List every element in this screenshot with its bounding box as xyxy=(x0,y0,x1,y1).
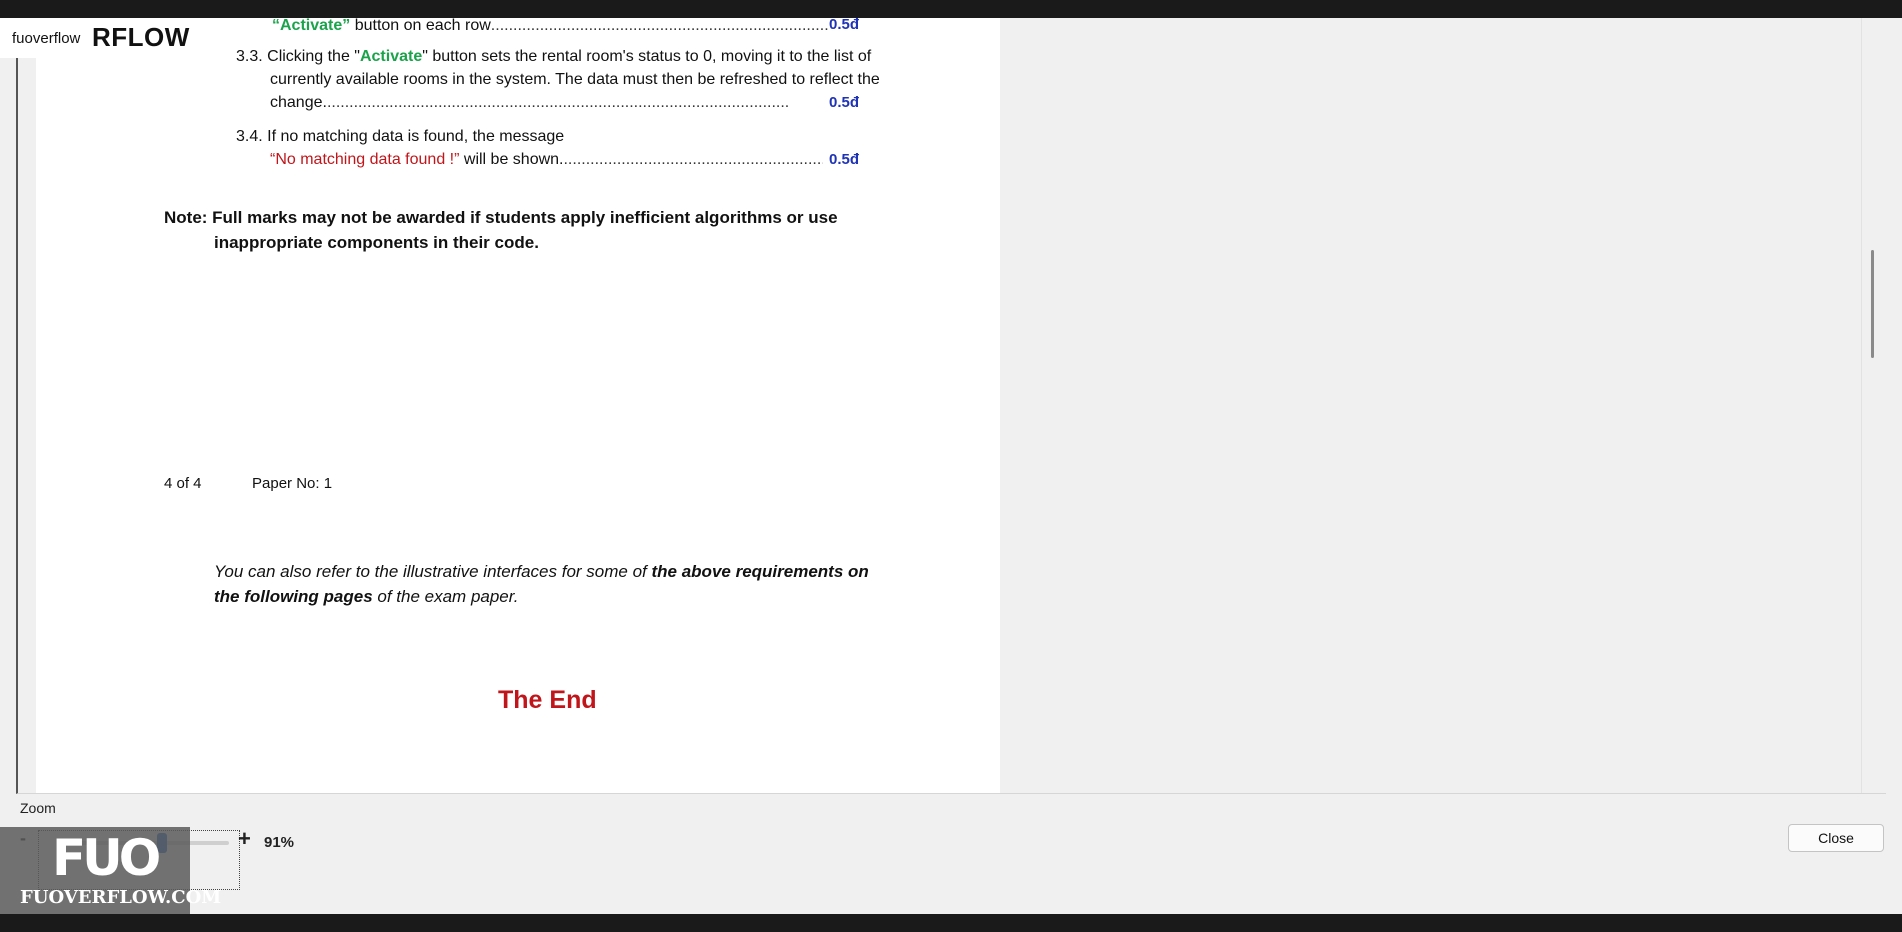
refer-bold-text: the above requirements on xyxy=(651,562,869,581)
paper-number: Paper No: 1 xyxy=(252,475,333,492)
fuoverflow-logo: fuoverflow RFLOW xyxy=(0,18,190,58)
leader-dots: ........................................… xyxy=(326,94,790,111)
refer-line2: the following pages of the exam paper. xyxy=(214,587,519,607)
zoom-in-button[interactable]: + xyxy=(238,826,251,852)
logo-big-text: RFLOW xyxy=(92,22,190,52)
refer-text: You can also refer to the illustrative i… xyxy=(214,562,652,581)
item-3-3-line1: 3.3. Clicking the "Activate" button sets… xyxy=(236,47,871,67)
item-3-3-line2: currently available rooms in the system.… xyxy=(270,71,880,88)
score-label: 0.5đ xyxy=(829,151,860,168)
item-number: 3.3. xyxy=(236,48,263,65)
item-text: If no matching data is found, the messag… xyxy=(262,128,565,145)
score-label: 0.5đ xyxy=(829,16,860,33)
refer-line1: You can also refer to the illustrative i… xyxy=(214,562,869,582)
bottom-bar xyxy=(0,914,1902,932)
scrollbar-thumb[interactable] xyxy=(1871,250,1874,358)
item-3-4-line2: “No matching data found !” will be shown… xyxy=(270,150,823,170)
item-3-3-line3: change..................................… xyxy=(270,93,821,113)
activate-row-text: button on each row xyxy=(350,17,491,34)
note-line1: Note: Full marks may not be awarded if s… xyxy=(164,208,838,227)
error-message-text: “No matching data found !” xyxy=(270,151,460,168)
activate-row-line: “Activate” button on each row...........… xyxy=(272,16,829,36)
activate-text: Activate xyxy=(359,48,423,65)
vertical-scrollbar[interactable] xyxy=(1861,18,1882,793)
item-3-4-line1: 3.4. If no matching data is found, the m… xyxy=(236,127,564,147)
item-number: 3.4. xyxy=(236,128,263,145)
preview-window: “Activate” button on each row...........… xyxy=(0,16,1902,914)
watermark-logo: FUO xyxy=(52,829,161,887)
item-text: will be shown. xyxy=(459,151,564,168)
note-line2: inappropriate components in their code. xyxy=(214,233,539,252)
watermark-site: FUOVERFLOW.COM xyxy=(20,887,222,908)
zoom-label: Zoom xyxy=(20,800,56,816)
activate-text: “Activate” xyxy=(272,17,351,34)
the-end-heading: The End xyxy=(498,686,597,714)
refer-text: of the exam paper. xyxy=(372,587,519,606)
refer-bold-text: the following pages xyxy=(214,587,373,606)
score-label: 0.5đ xyxy=(829,94,860,111)
close-button[interactable]: Close xyxy=(1788,824,1884,852)
leader-dots: ........................................… xyxy=(490,17,829,34)
fuo-watermark: FUO FUOVERFLOW.COM xyxy=(0,827,221,914)
document-viewer[interactable]: “Activate” button on each row...........… xyxy=(16,16,1886,794)
page-number: 4 of 4 xyxy=(164,475,202,492)
pdf-page: “Activate” button on each row...........… xyxy=(36,16,1000,793)
leader-dots: ........................................… xyxy=(563,151,824,168)
item-text: " button sets the rental room's status t… xyxy=(422,48,872,65)
logo-small-text: fuoverflow xyxy=(12,30,81,47)
zoom-percent: 91% xyxy=(264,834,295,851)
item-text: change. xyxy=(270,94,327,111)
item-text: Clicking the " xyxy=(262,48,360,65)
